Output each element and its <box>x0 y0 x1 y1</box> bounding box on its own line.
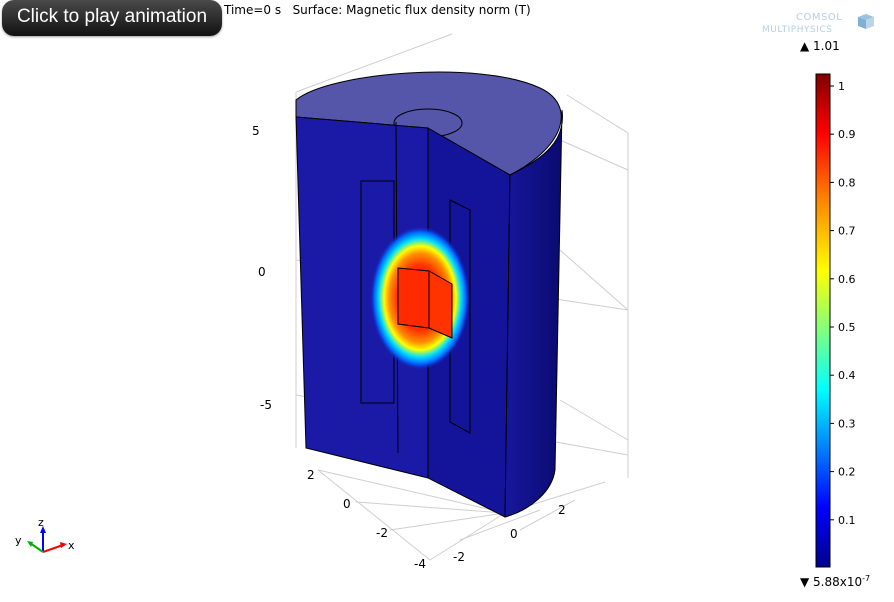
triad-z-label: z <box>38 516 44 529</box>
z-tick: -5 <box>260 398 272 412</box>
colorbar-tick-label: 0.2 <box>838 466 856 479</box>
svg-text:COMSOL: COMSOL <box>796 12 842 23</box>
colorbar-tick-label: 0.8 <box>838 176 856 189</box>
z-tick: 0 <box>258 265 266 279</box>
cube-icon <box>858 14 874 29</box>
colorbar-min-label: ▼ 5.88x10-7 <box>800 574 870 589</box>
triad-x-label: x <box>68 539 75 552</box>
z-tick: 5 <box>252 124 260 138</box>
triad-y-label: y <box>15 534 22 547</box>
y-tick: 2 <box>307 468 315 482</box>
core-region-front <box>397 267 430 329</box>
colorbar-tick-label: 0.6 <box>838 273 856 286</box>
colorbar-tick-label: 0.3 <box>838 417 856 430</box>
x-tick: 0 <box>510 527 518 541</box>
colorbar-tick-label: 0.1 <box>838 514 856 527</box>
axis-triad: z y x <box>15 516 75 553</box>
plot-canvas[interactable]: 5 0 -5 2 0 -2 -4 -2 0 2 z y x ▲ 1.01 1 0.… <box>0 0 894 598</box>
colorbar: ▲ 1.01 1 0.9 0.8 0.7 0.6 0.5 0.4 0.3 0.2 0.1 ▼ 5.… <box>800 39 870 589</box>
y-tick: 0 <box>343 497 351 511</box>
colorbar-tick-label: 0.9 <box>838 128 856 141</box>
colorbar-tick-label: 0.4 <box>838 369 856 382</box>
colorbar-max-label: ▲ 1.01 <box>800 39 840 53</box>
colorbar-tick-label: 0.5 <box>838 321 856 334</box>
comsol-logo: COMSOL MULTIPHYSICS <box>762 12 874 35</box>
y-tick: -2 <box>376 526 388 540</box>
viewport[interactable]: 5 0 -5 2 0 -2 -4 -2 0 2 z y x ▲ 1.01 1 0.… <box>0 0 894 598</box>
play-animation-button[interactable]: Click to play animation <box>2 0 222 36</box>
y-tick: -4 <box>414 557 426 571</box>
x-tick: -2 <box>453 550 465 564</box>
colorbar-tick-label: 0.7 <box>838 225 856 238</box>
colorbar-tick-label: 1 <box>838 80 845 93</box>
svg-text:MULTIPHYSICS: MULTIPHYSICS <box>762 25 832 35</box>
plot-title: Time=0 s Surface: Magnetic flux density … <box>224 3 531 17</box>
x-tick: 2 <box>558 503 566 517</box>
